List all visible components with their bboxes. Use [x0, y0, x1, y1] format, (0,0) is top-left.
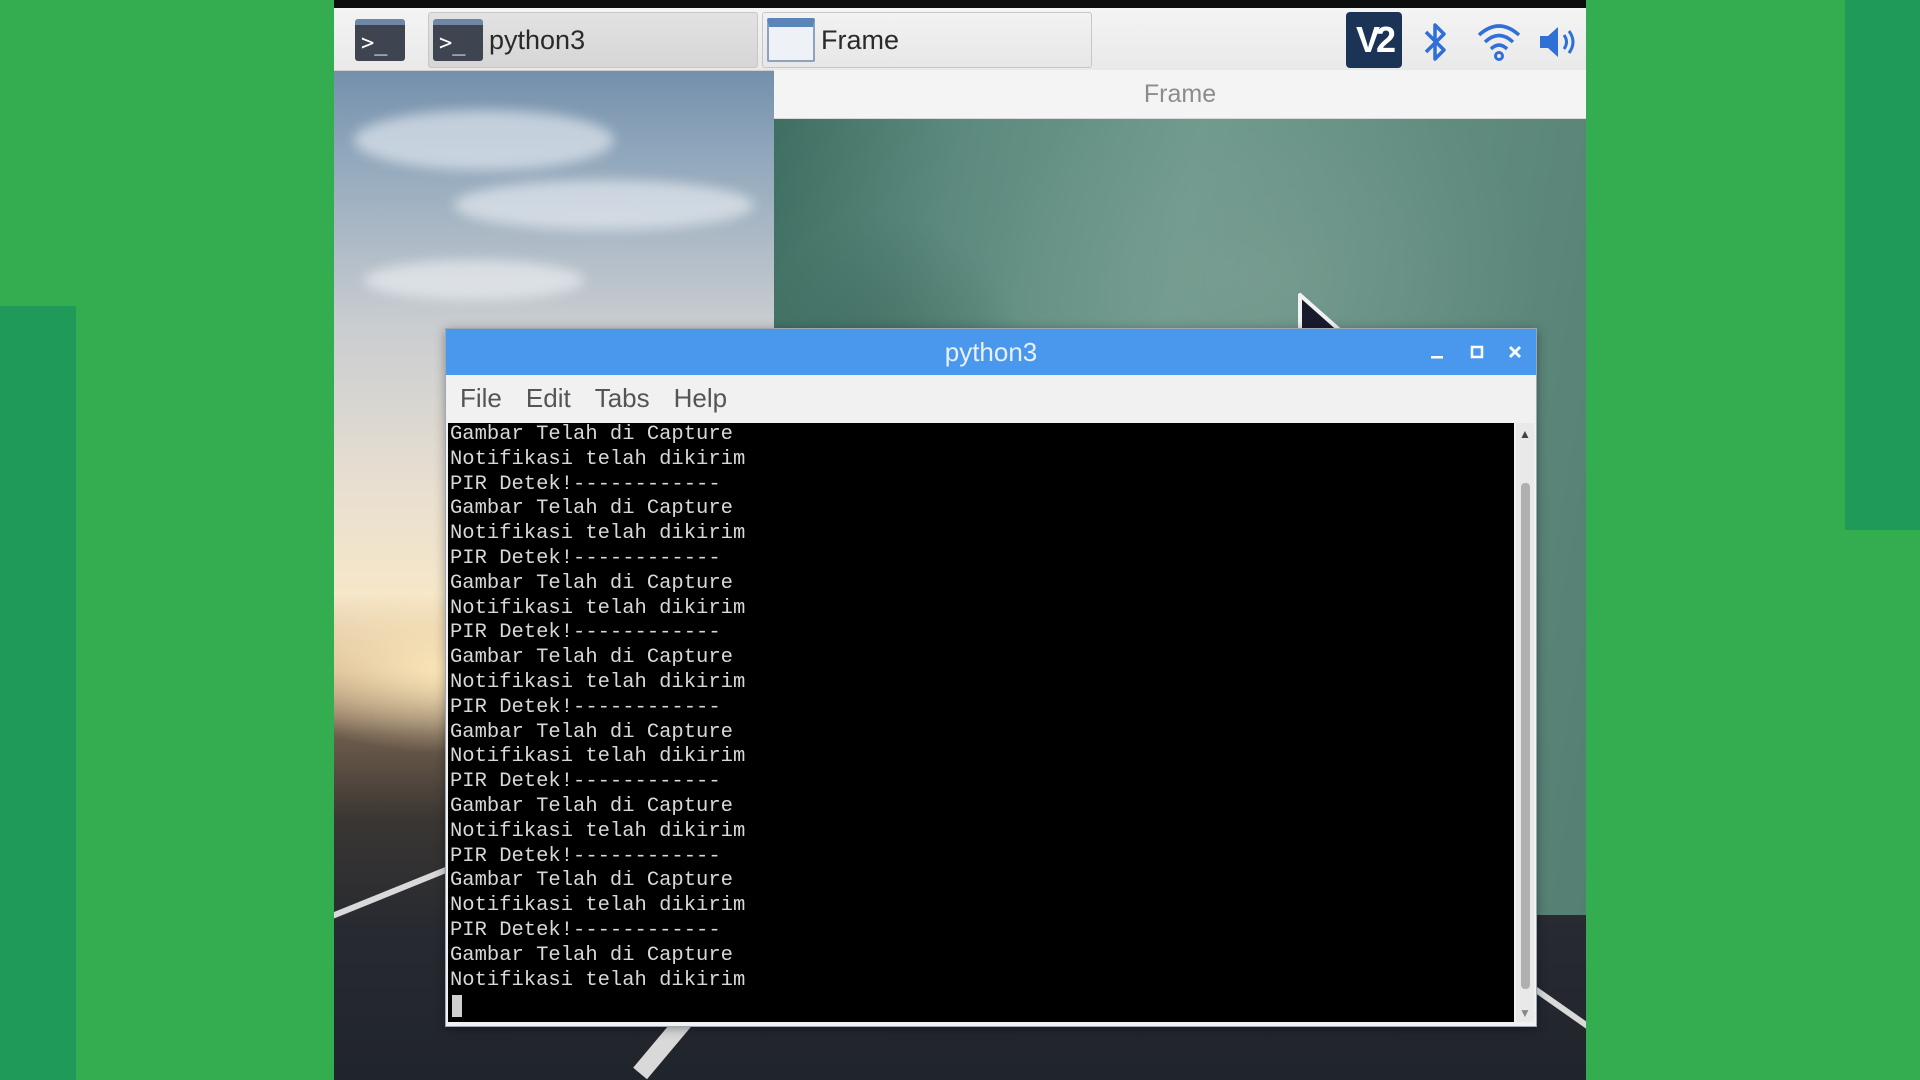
terminal-line: Gambar Telah di Capture: [450, 571, 733, 595]
terminal-icon: >_: [355, 19, 405, 61]
menu-tabs[interactable]: Tabs: [595, 383, 650, 414]
window-icon: [767, 18, 815, 62]
taskbar-button-frame[interactable]: Frame: [762, 12, 1092, 68]
desktop-screenshot: >_ >_ python3 Frame V2 Frame python3 Fil…: [334, 0, 1586, 1080]
scrollbar-thumb[interactable]: [1521, 483, 1530, 989]
top-panel: >_ >_ python3 Frame V2: [334, 8, 1586, 71]
terminal-line: Notifikasi telah dikirim: [450, 819, 746, 843]
terminal-line: Notifikasi telah dikirim: [450, 968, 746, 992]
minimize-button[interactable]: [1422, 338, 1452, 366]
background-block-left: [0, 306, 76, 1080]
terminal-line: Gambar Telah di Capture: [450, 497, 733, 521]
close-button[interactable]: [1500, 338, 1530, 366]
terminal-line: Notifikasi telah dikirim: [450, 447, 746, 471]
terminal-line: Gambar Telah di Capture: [450, 869, 733, 893]
terminal-icon: >_: [433, 19, 483, 61]
terminal-line: Notifikasi telah dikirim: [450, 894, 746, 918]
terminal-window[interactable]: python3 File Edit Tabs Help Gambar Telah…: [445, 328, 1537, 1027]
terminal-line: Notifikasi telah dikirim: [450, 670, 746, 694]
background-block-right: [1845, 0, 1920, 530]
terminal-line: PIR Detek!------------: [450, 546, 721, 570]
terminal-titlebar[interactable]: python3: [446, 329, 1536, 375]
terminal-line: Notifikasi telah dikirim: [450, 745, 746, 769]
terminal-line: Gambar Telah di Capture: [450, 943, 733, 967]
taskbar-button-label: python3: [489, 24, 586, 55]
terminal-lines: Gambar Telah di Capture Notifikasi telah …: [450, 423, 745, 993]
terminal-line: Gambar Telah di Capture: [450, 646, 733, 670]
terminal-line: PIR Detek!------------: [450, 770, 721, 794]
taskbar-button-label: Frame: [821, 24, 900, 55]
vnc-icon[interactable]: V2: [1346, 12, 1402, 68]
menu-edit[interactable]: Edit: [526, 383, 571, 414]
scroll-down-arrow-icon[interactable]: ▼: [1516, 1006, 1534, 1020]
terminal-line: PIR Detek!------------: [450, 844, 721, 868]
terminal-line: Gambar Telah di Capture: [450, 720, 733, 744]
maximize-button[interactable]: [1462, 338, 1492, 366]
scroll-up-arrow-icon[interactable]: ▲: [1516, 427, 1534, 441]
taskbar-button-python3[interactable]: >_ python3: [428, 12, 758, 68]
wifi-icon[interactable]: [1474, 18, 1524, 66]
menu-file[interactable]: File: [460, 383, 502, 414]
terminal-line: PIR Detek!------------: [450, 918, 721, 942]
frame-window-title: Frame: [774, 70, 1586, 119]
terminal-line: Notifikasi telah dikirim: [450, 522, 746, 546]
terminal-line: Gambar Telah di Capture: [450, 794, 733, 818]
menu-help[interactable]: Help: [674, 383, 727, 414]
terminal-scrollbar[interactable]: ▲ ▼: [1516, 423, 1534, 1022]
screen-top-edge: [334, 0, 1586, 8]
terminal-line: PIR Detek!------------: [450, 472, 721, 496]
terminal-title: python3: [944, 336, 1038, 367]
bluetooth-icon[interactable]: [1414, 18, 1456, 66]
volume-icon[interactable]: [1534, 18, 1582, 66]
terminal-launcher[interactable]: >_: [354, 18, 406, 62]
terminal-cursor: [452, 995, 462, 1017]
terminal-line: PIR Detek!------------: [450, 695, 721, 719]
terminal-line: Notifikasi telah dikirim: [450, 596, 746, 620]
terminal-line: Gambar Telah di Capture: [450, 423, 733, 446]
terminal-output[interactable]: Gambar Telah di Capture Notifikasi telah …: [448, 423, 1514, 1022]
terminal-line: PIR Detek!------------: [450, 621, 721, 645]
terminal-menubar: File Edit Tabs Help: [446, 375, 1536, 421]
